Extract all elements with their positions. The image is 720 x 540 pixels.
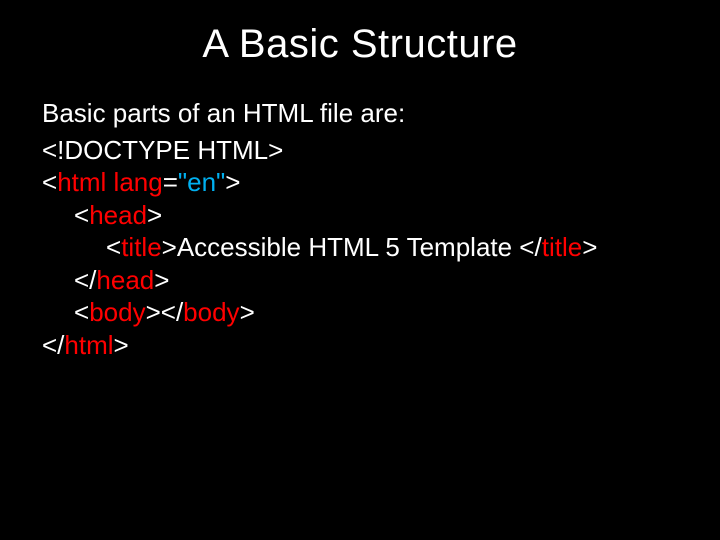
code-line-5: </head> — [42, 264, 169, 297]
code-frag: > — [147, 200, 162, 230]
code-keyword: html — [64, 330, 113, 360]
code-frag: > — [240, 297, 255, 327]
code-frag: >Accessible HTML 5 Template </ — [162, 232, 542, 262]
slide-content: Basic parts of an HTML file are: <!DOCTY… — [0, 97, 720, 361]
code-frag: > — [114, 330, 129, 360]
code-frag: < — [42, 167, 57, 197]
code-frag: < — [106, 232, 121, 262]
code-frag: = — [163, 167, 178, 197]
intro-text: Basic parts of an HTML file are: — [42, 97, 680, 130]
code-keyword: body — [89, 297, 145, 327]
slide-title: A Basic Structure — [0, 0, 720, 97]
code-frag: < — [74, 297, 89, 327]
code-frag: > — [225, 167, 240, 197]
code-line-1: <!DOCTYPE HTML> — [42, 135, 283, 165]
slide: A Basic Structure Basic parts of an HTML… — [0, 0, 720, 540]
code-keyword: body — [183, 297, 239, 327]
code-frag: </ — [42, 330, 64, 360]
code-keyword: html — [57, 167, 106, 197]
code-string: "en" — [178, 167, 225, 197]
code-keyword: lang — [106, 167, 162, 197]
code-keyword: head — [96, 265, 154, 295]
code-frag: < — [74, 200, 89, 230]
code-frag: > — [154, 265, 169, 295]
code-keyword: head — [89, 200, 147, 230]
code-keyword: title — [542, 232, 582, 262]
code-frag: ></ — [146, 297, 184, 327]
code-keyword: title — [121, 232, 161, 262]
code-line-6: <body></body> — [42, 296, 255, 329]
code-frag: </ — [74, 265, 96, 295]
code-block: <!DOCTYPE HTML> <html lang="en"> <head> … — [42, 134, 680, 362]
code-line-7: </html> — [42, 330, 129, 360]
code-line-4: <title>Accessible HTML 5 Template </titl… — [42, 231, 597, 264]
code-line-2: <html lang="en"> — [42, 167, 240, 197]
code-line-3: <head> — [42, 199, 162, 232]
code-frag: > — [582, 232, 597, 262]
